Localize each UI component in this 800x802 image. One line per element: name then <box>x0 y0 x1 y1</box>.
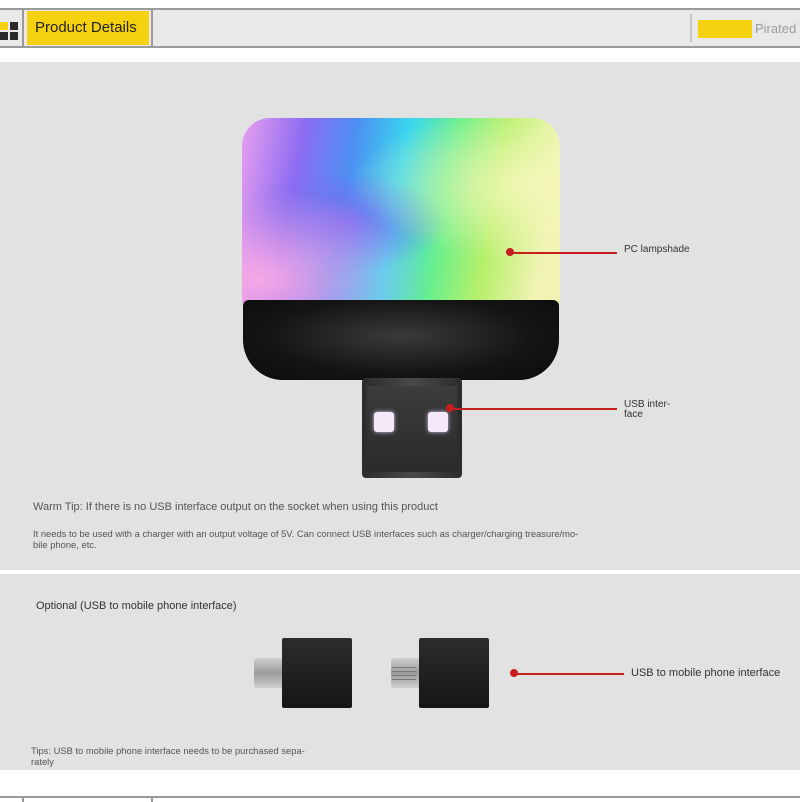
callout-lampshade-label: PC lampshade <box>624 244 690 255</box>
adapter-image-usbc <box>282 638 352 708</box>
callout-line <box>516 673 624 675</box>
grid-icon <box>0 22 18 40</box>
callout-line <box>452 408 617 410</box>
lampshade-image <box>242 118 560 308</box>
micro-usb-pins <box>392 664 416 682</box>
optional-tips: Tips: USB to mobile phone interface need… <box>31 745 351 767</box>
warm-tip-line: It needs to be used with a charger with … <box>33 528 579 539</box>
optional-tips-line: Tips: USB to mobile phone interface need… <box>31 745 305 756</box>
lamp-base-image <box>243 300 559 380</box>
adapter-image-micro <box>419 638 489 708</box>
warm-tip-text: It needs to be used with a charger with … <box>33 528 653 550</box>
footer-divider <box>0 796 800 802</box>
header-divider <box>151 10 153 46</box>
callout-line <box>512 252 617 254</box>
header-divider <box>22 10 24 46</box>
brand-badge <box>698 20 752 38</box>
header-bar: Product Details Pirated <box>0 8 800 48</box>
warm-tip-title: Warm Tip: If there is no USB interface o… <box>33 501 438 513</box>
callout-usb-label-line2: face <box>624 409 643 420</box>
header-divider <box>690 14 692 42</box>
optional-title: Optional (USB to mobile phone interface) <box>36 600 237 612</box>
adapter-connector-image <box>254 658 284 688</box>
optional-tips-line: rately <box>31 756 54 767</box>
callout-adapter-label: USB to mobile phone interface <box>631 667 781 679</box>
brand-text: Pirated <box>755 21 797 36</box>
warm-tip-line: bile phone, etc. <box>33 539 97 550</box>
page-title: Product Details <box>27 11 149 45</box>
usb-plug-image <box>362 378 462 478</box>
